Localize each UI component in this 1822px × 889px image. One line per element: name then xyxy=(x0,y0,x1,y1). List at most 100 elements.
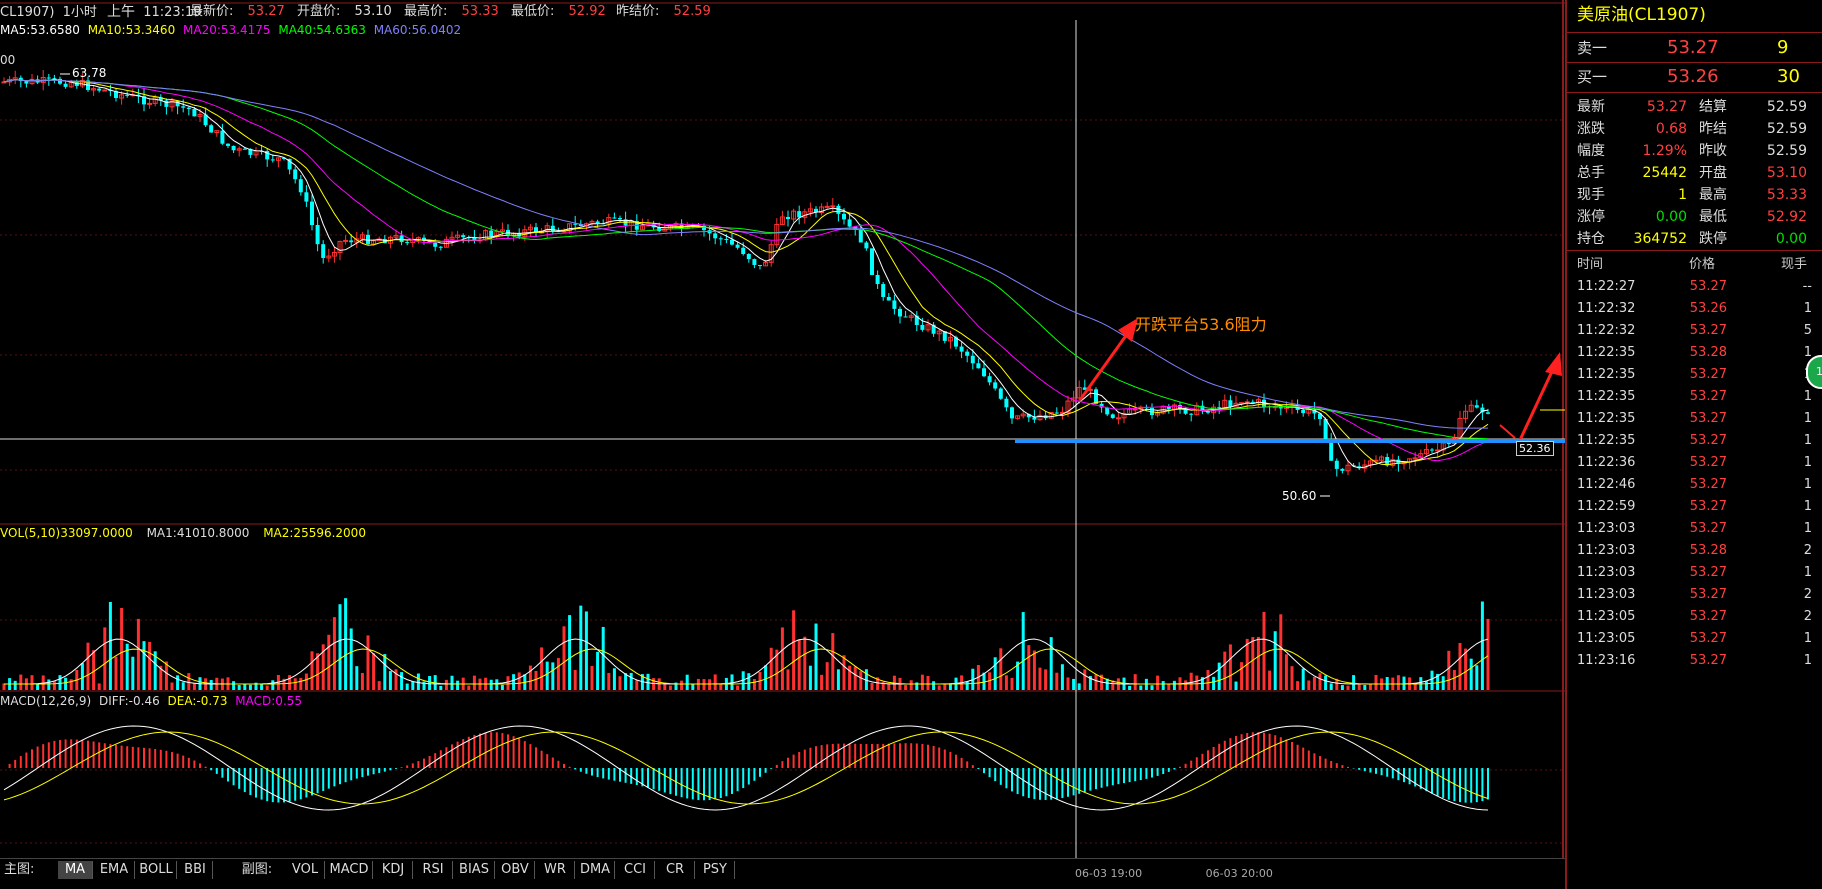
tab-bias[interactable]: BIAS xyxy=(454,861,495,879)
volume-bar xyxy=(1004,675,1008,690)
volume-bar xyxy=(764,665,768,690)
volume-bar xyxy=(932,681,936,690)
bid-qty: 30 xyxy=(1777,66,1800,87)
candle-body xyxy=(366,234,370,245)
stat-row: 涨停 0.00 最低 52.92 xyxy=(1567,206,1822,228)
volume-bar xyxy=(635,680,639,690)
tab-kdj[interactable]: KDJ xyxy=(374,861,413,879)
candle-body xyxy=(343,239,349,242)
tick-qty: 1 xyxy=(1803,631,1812,646)
stat-value: 25442 xyxy=(1642,165,1687,181)
stat-value: 1.29% xyxy=(1642,143,1687,159)
volume-bar xyxy=(1296,681,1300,690)
tick-qty: 1 xyxy=(1803,411,1812,426)
breakout-arrow-head xyxy=(1545,352,1562,376)
stat-label: 现手 xyxy=(1577,187,1605,203)
volume-bar xyxy=(1290,666,1294,690)
candle-body xyxy=(987,376,992,383)
tick-price: 53.27 xyxy=(1689,609,1727,624)
kline-chart-canvas[interactable] xyxy=(0,0,1565,860)
tick-time: 11:22:35 xyxy=(1577,433,1636,448)
period-label: 1小时 xyxy=(62,5,97,20)
kline-chart-area[interactable]: CL1907) 1小时 上午 11:23:19 最新价: 53.27 开盘价: … xyxy=(0,0,1565,860)
tick-time: 11:22:32 xyxy=(1577,301,1636,316)
volume-bar xyxy=(1340,685,1344,690)
tab-ema[interactable]: EMA xyxy=(94,861,135,879)
tick-time: 11:23:05 xyxy=(1577,631,1636,646)
volume-bar xyxy=(1139,685,1143,690)
header-label: 最低价: xyxy=(511,4,555,19)
volume-bar xyxy=(1228,644,1232,690)
volume-bar xyxy=(1021,612,1025,690)
volume-bar xyxy=(797,639,801,690)
volume-bar xyxy=(556,658,560,690)
resistance-annotation: 开跌平台53.6阻力 xyxy=(1135,315,1267,334)
tab-psy[interactable]: PSY xyxy=(696,861,735,879)
candle-body xyxy=(797,211,802,218)
breakout-arrow xyxy=(1518,364,1557,441)
tab-dma[interactable]: DMA xyxy=(576,861,615,879)
volume-bar xyxy=(965,681,969,690)
volume-bar xyxy=(1184,680,1188,690)
volume-bar xyxy=(260,684,264,690)
tab-cr[interactable]: CR xyxy=(656,861,695,879)
vol-ma1-value: MA1:41010.8000 xyxy=(146,526,250,540)
tab-ma[interactable]: MA xyxy=(58,861,93,879)
volume-bar xyxy=(1044,669,1048,690)
candle-body xyxy=(1110,414,1115,418)
volume-bar xyxy=(80,663,84,690)
candle-body xyxy=(864,242,869,249)
volume-bar xyxy=(103,627,107,690)
volume-bar xyxy=(629,672,633,690)
candle-body xyxy=(1105,407,1110,415)
candle-body xyxy=(1054,412,1059,414)
stat-value: 53.10 xyxy=(1766,165,1807,181)
candle-body xyxy=(1189,413,1194,415)
candle-body xyxy=(595,221,600,224)
volume-bar xyxy=(1038,667,1042,690)
tab-boll[interactable]: BOLL xyxy=(136,861,177,879)
candle-body xyxy=(735,244,740,248)
tab-wr[interactable]: WR xyxy=(536,861,575,879)
volume-bar xyxy=(624,673,628,690)
candle-body xyxy=(741,247,746,255)
volume-bar xyxy=(52,680,56,690)
volume-bar xyxy=(1077,683,1081,690)
header-bar: CL1907) 1小时 上午 11:23:19 xyxy=(0,4,202,20)
volume-bar xyxy=(232,681,236,690)
tick-row: 11:23:16 53.27 1 xyxy=(1567,650,1822,672)
tick-price: 53.26 xyxy=(1689,301,1727,316)
volume-bar xyxy=(1256,636,1260,690)
volume-bar xyxy=(495,679,499,690)
tab-vol[interactable]: VOL xyxy=(286,861,325,879)
volume-bar xyxy=(304,673,308,690)
volume-bar xyxy=(1055,672,1059,690)
tick-time: 11:22:27 xyxy=(1577,279,1636,294)
volume-bar xyxy=(747,673,751,690)
tab-bbi[interactable]: BBI xyxy=(178,861,213,879)
volume-bar xyxy=(472,675,476,690)
volume-bar xyxy=(831,633,835,690)
tab-cci[interactable]: CCI xyxy=(616,861,655,879)
volume-bar xyxy=(1312,676,1316,690)
volume-bar xyxy=(579,605,583,690)
tab-rsi[interactable]: RSI xyxy=(414,861,453,879)
header-item-last: 最新价: 53.27 xyxy=(190,4,285,20)
volume-bar xyxy=(1424,681,1428,690)
ampm-label: 上午 xyxy=(107,4,136,20)
volume-bar xyxy=(338,604,342,690)
macd-legend: MACD(12,26,9) DIFF:-0.46 DEA:-0.73 MACD:… xyxy=(0,694,302,708)
volume-bar xyxy=(584,611,588,690)
volume-bar xyxy=(97,683,101,690)
volume-bar xyxy=(1066,677,1070,690)
candle-body xyxy=(1094,389,1098,404)
volume-bar xyxy=(1374,674,1378,690)
volume-bar xyxy=(808,665,812,690)
tick-row: 11:22:35 53.27 1 xyxy=(1567,408,1822,430)
volume-bar xyxy=(1212,676,1216,690)
ticks-header: 时间 价格 现手 xyxy=(1567,254,1822,276)
tab-macd[interactable]: MACD xyxy=(326,861,373,879)
volume-bar xyxy=(590,666,594,690)
tab-obv[interactable]: OBV xyxy=(496,861,535,879)
volume-bar xyxy=(108,601,112,690)
